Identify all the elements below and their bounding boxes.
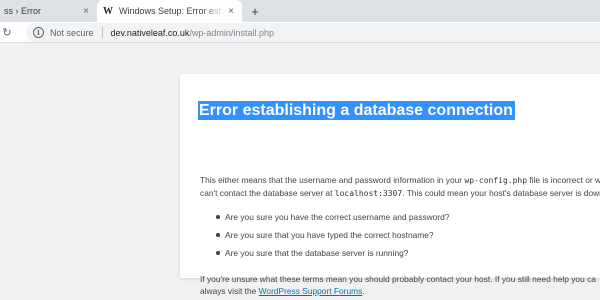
wikipedia-favicon-icon: W	[103, 5, 113, 17]
list-item: Are you sure that you have typed the cor…	[216, 229, 600, 247]
error-description: This either means that the username and …	[200, 174, 600, 200]
divider	[101, 27, 103, 38]
text: file is incorrect or w	[527, 175, 600, 185]
text: This either means that the username and …	[200, 175, 465, 185]
tab-strip: ss › Error × W Windows Setup: Error esta…	[0, 0, 600, 22]
text: . This could mean your host's database s…	[402, 188, 600, 198]
checklist: Are you sure you have the correct userna…	[216, 211, 600, 265]
error-card: Error establishing a database connection…	[180, 74, 600, 296]
help-text: If you're unsure what these terms mean y…	[200, 273, 600, 297]
database-host: localhost:3307	[334, 189, 403, 198]
text: always visit the	[200, 286, 259, 296]
support-forums-link[interactable]: WordPress Support Forums	[259, 286, 363, 296]
security-status[interactable]: Not secure	[50, 28, 94, 38]
text: can't contact the database server at	[200, 188, 335, 198]
tab-windows-setup[interactable]: W Windows Setup: Error establishing ×	[97, 0, 242, 22]
list-item: Are you sure that the database server is…	[216, 247, 600, 265]
info-icon[interactable]: i	[33, 27, 44, 38]
url-host[interactable]: dev.nativeleaf.co.uk	[111, 28, 190, 38]
reload-icon[interactable]: ↻	[0, 22, 14, 42]
url-path[interactable]: /wp-admin/install.php	[189, 28, 274, 38]
browser-toolbar: ↻ i Not secure dev.nativeleaf.co.uk /wp-…	[0, 22, 600, 43]
tab-title: ss › Error	[4, 6, 41, 16]
page-title: Error establishing a database connection	[198, 101, 515, 120]
close-icon[interactable]: ×	[79, 6, 93, 17]
list-item: Are you sure you have the correct userna…	[216, 211, 600, 229]
text: If you're unsure what these terms mean y…	[200, 274, 596, 284]
new-tab-button[interactable]: +	[246, 0, 264, 22]
tab-error[interactable]: ss › Error ×	[0, 0, 97, 22]
page-content: Error establishing a database connection…	[0, 43, 600, 300]
text: .	[362, 286, 365, 296]
config-filename: wp-config.php	[464, 176, 528, 185]
address-bar[interactable]: i Not secure dev.nativeleaf.co.uk /wp-ad…	[26, 23, 600, 42]
tab-title: Windows Setup: Error establishing	[119, 6, 224, 16]
close-icon[interactable]: ×	[224, 6, 238, 17]
